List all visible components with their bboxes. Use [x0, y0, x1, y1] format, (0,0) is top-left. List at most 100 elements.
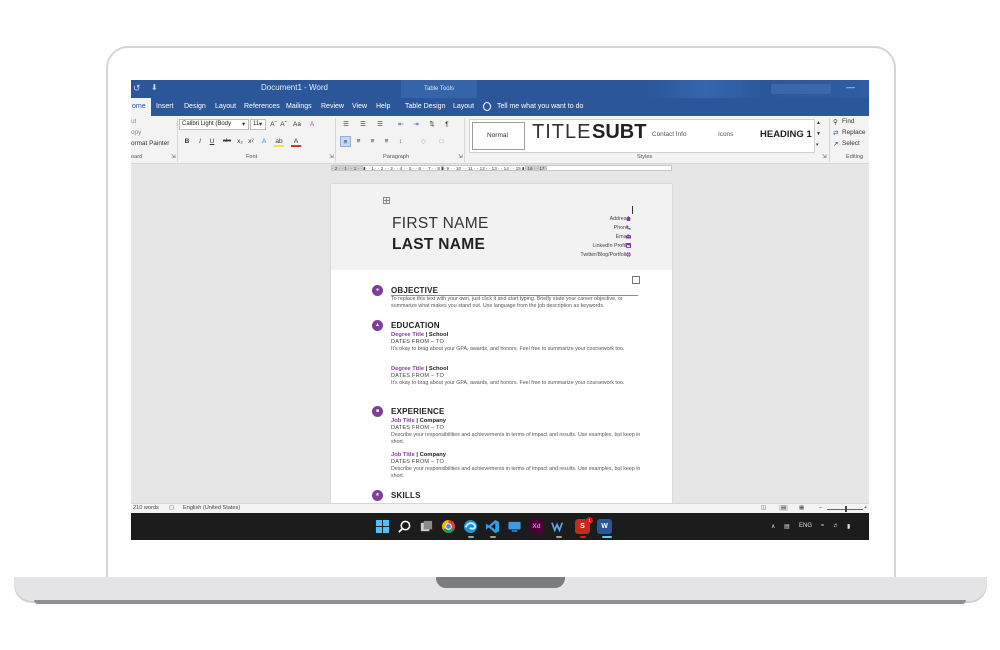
- grow-font-button[interactable]: Aˆ: [269, 119, 278, 130]
- web-layout-icon[interactable]: ▦: [799, 505, 804, 511]
- subscript-button[interactable]: x₂: [235, 136, 245, 147]
- add-row-box[interactable]: [632, 276, 640, 284]
- style-heading1[interactable]: HEADING 1: [760, 129, 812, 161]
- bold-button[interactable]: B: [183, 136, 191, 147]
- style-subtitle[interactable]: SUBT: [592, 121, 646, 153]
- borders-button[interactable]: □: [436, 136, 447, 147]
- experience-entry-2-dates[interactable]: DATES FROM – TO: [391, 459, 444, 465]
- experience-entry-2-title[interactable]: Job Title | Company: [391, 452, 446, 458]
- tell-me-search[interactable]: Tell me what you want to do: [497, 98, 583, 116]
- language-indicator[interactable]: ENG: [799, 523, 812, 529]
- copy-button[interactable]: opy: [131, 129, 141, 136]
- table-move-handle-icon[interactable]: [383, 197, 390, 204]
- ime-icon[interactable]: ▤: [784, 523, 790, 530]
- sort-button[interactable]: ⇅: [427, 119, 437, 130]
- center-button[interactable]: ≡: [353, 136, 364, 147]
- tab-design[interactable]: Design: [184, 98, 206, 116]
- italic-button[interactable]: I: [196, 136, 204, 147]
- cut-button[interactable]: ut: [131, 118, 136, 125]
- shading-button[interactable]: ◇: [418, 136, 429, 147]
- align-right-button[interactable]: ≡: [367, 136, 378, 147]
- experience-entry-1-dates[interactable]: DATES FROM – TO: [391, 425, 444, 431]
- style-title[interactable]: TITLE: [532, 121, 591, 153]
- highlight-button[interactable]: ab: [274, 136, 284, 147]
- print-layout-icon[interactable]: ▤: [779, 505, 789, 511]
- minimize-button[interactable]: —: [846, 82, 855, 92]
- styles-scroll-down-icon[interactable]: ▼: [816, 131, 821, 137]
- replace-button[interactable]: Replace: [842, 129, 865, 136]
- shrink-font-button[interactable]: Aˇ: [279, 119, 288, 130]
- language-status[interactable]: English (United States): [183, 505, 240, 511]
- tab-table-design[interactable]: Table Design: [405, 98, 445, 116]
- show-marks-button[interactable]: ¶: [442, 119, 452, 130]
- edge-icon[interactable]: [463, 519, 478, 534]
- contact-linkedin[interactable]: LinkedIn Profile: [592, 243, 629, 249]
- decrease-indent-button[interactable]: ⇤: [395, 119, 407, 130]
- word-icon[interactable]: W: [597, 519, 612, 534]
- styles-more-icon[interactable]: ▾: [816, 142, 819, 148]
- account-area[interactable]: [771, 84, 831, 94]
- task-view-icon[interactable]: [419, 519, 434, 534]
- font-size-box[interactable]: 11: [250, 119, 266, 130]
- word-count[interactable]: 210 words: [133, 505, 159, 511]
- zoom-slider-thumb[interactable]: [845, 506, 847, 512]
- align-left-button[interactable]: ≡: [340, 136, 351, 147]
- battery-icon[interactable]: ▮: [847, 523, 850, 530]
- zoom-in-button[interactable]: +: [864, 505, 867, 511]
- paragraph-launcher-icon[interactable]: ⇲: [458, 154, 463, 160]
- education-entry-1-title[interactable]: Degree Title | School: [391, 332, 448, 338]
- clipboard-launcher-icon[interactable]: ⇲: [171, 154, 176, 160]
- last-name[interactable]: LAST NAME: [392, 236, 485, 254]
- multilevel-list-button[interactable]: ☰: [374, 119, 386, 130]
- education-entry-2-title[interactable]: Degree Title | School: [391, 366, 448, 372]
- change-case-button[interactable]: Aa: [291, 119, 303, 130]
- tab-references[interactable]: References: [244, 98, 280, 116]
- font-launcher-icon[interactable]: ⇲: [329, 154, 334, 160]
- tab-table-layout[interactable]: Layout: [453, 98, 474, 116]
- text-effects-button[interactable]: A: [259, 136, 269, 147]
- zoom-out-button[interactable]: –: [819, 505, 822, 511]
- vscode-icon[interactable]: [485, 519, 500, 534]
- education-heading[interactable]: EDUCATION: [391, 321, 440, 330]
- document-page[interactable]: FIRST NAME LAST NAME Address Phone Email…: [331, 184, 672, 503]
- superscript-button[interactable]: x²: [246, 136, 256, 147]
- find-button[interactable]: Find: [842, 118, 854, 125]
- experience-entry-1-title[interactable]: Job Title | Company: [391, 418, 446, 424]
- proofing-icon[interactable]: ▢: [169, 505, 174, 511]
- first-name[interactable]: FIRST NAME: [392, 215, 489, 233]
- experience-heading[interactable]: EXPERIENCE: [391, 407, 445, 416]
- tab-help[interactable]: Help: [376, 98, 390, 116]
- select-button[interactable]: Select: [842, 140, 860, 147]
- adobe-xd-icon[interactable]: Xd: [529, 519, 544, 534]
- windows-start-icon[interactable]: [375, 519, 390, 534]
- experience-entry-2-text[interactable]: Describe your responsibilities and achie…: [391, 466, 641, 479]
- screen-app-icon[interactable]: [507, 519, 522, 534]
- education-entry-2-dates[interactable]: DATES FROM – TO: [391, 373, 444, 379]
- horizontal-ruler[interactable]: · 2 · · 1 · · 1 · · ▮· · 1 · · 2 · · 3 ·…: [331, 165, 672, 171]
- tray-overflow-icon[interactable]: ∧: [771, 523, 775, 530]
- contact-twitter[interactable]: Twitter/Blog/Portfolio: [580, 252, 629, 258]
- experience-entry-1-text[interactable]: Describe your responsibilities and achie…: [391, 432, 641, 445]
- volume-icon[interactable]: ♬: [833, 523, 839, 529]
- objective-text[interactable]: To replace this text with your own, just…: [391, 296, 641, 309]
- undo-icon[interactable]: ↺: [133, 83, 141, 94]
- skills-heading[interactable]: SKILLS: [391, 491, 421, 500]
- document-canvas[interactable]: FIRST NAME LAST NAME Address Phone Email…: [131, 172, 869, 503]
- numbering-button[interactable]: ☰: [357, 119, 369, 130]
- font-name-box[interactable]: Calibri Light (Body: [179, 119, 249, 130]
- justify-button[interactable]: ≡: [381, 136, 392, 147]
- bullets-button[interactable]: ☰: [340, 119, 352, 130]
- style-normal[interactable]: Normal: [472, 122, 525, 150]
- tab-review[interactable]: Review: [321, 98, 344, 116]
- education-entry-1-dates[interactable]: DATES FROM – TO: [391, 339, 444, 345]
- writer-app-icon[interactable]: [551, 519, 566, 534]
- styles-scroll-up-icon[interactable]: ▲: [816, 120, 821, 126]
- format-painter-button[interactable]: ormat Painter: [131, 140, 169, 147]
- increase-indent-button[interactable]: ⇥: [410, 119, 422, 130]
- quick-access-more-icon[interactable]: ⬇: [151, 83, 158, 92]
- font-color-button[interactable]: A: [291, 136, 301, 147]
- read-mode-icon[interactable]: ◫: [761, 505, 766, 511]
- tab-mailings[interactable]: Mailings: [286, 98, 312, 116]
- style-icons[interactable]: Icons: [718, 131, 733, 163]
- search-icon[interactable]: [397, 519, 412, 534]
